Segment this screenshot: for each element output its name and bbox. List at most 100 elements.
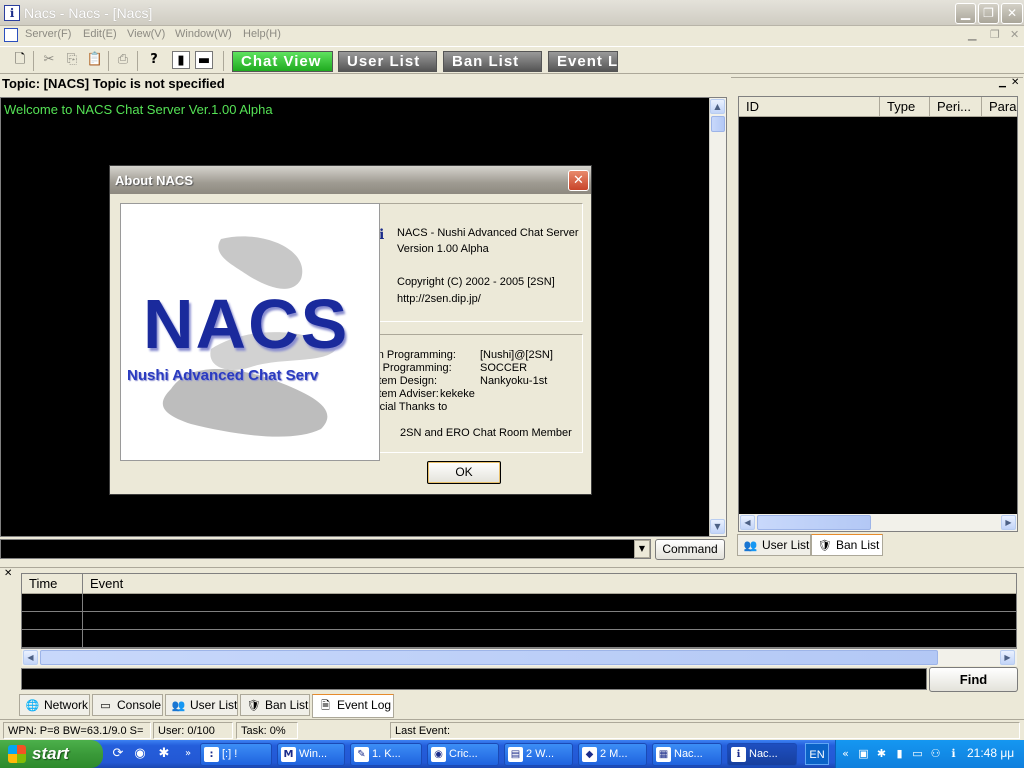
tray-network-icon[interactable]: ▣ <box>856 746 871 761</box>
chevron-down-icon[interactable]: ▼ <box>634 540 650 558</box>
taskbar-item-6[interactable]: ◆ 2 M... <box>578 743 647 766</box>
taskbar-item-5[interactable]: ▤ 2 W... <box>504 743 573 766</box>
right-panel-hscrollbar[interactable]: ◀ ▶ <box>739 514 1017 531</box>
new-icon[interactable]: 🗋 <box>11 51 29 69</box>
command-button[interactable]: Command <box>655 539 725 560</box>
panel-close-icon[interactable]: ✕ <box>4 568 12 579</box>
menu-window[interactable]: Window(W) <box>175 28 232 40</box>
ban-list-button[interactable]: Ban List <box>443 51 542 72</box>
column-period[interactable]: Peri... <box>930 97 982 117</box>
status-last-event: Last Event: <box>390 722 1020 739</box>
nacs-app-icon[interactable]: ℹ <box>4 5 20 21</box>
paste-icon[interactable]: 📋 <box>86 51 104 69</box>
tab-network[interactable]: 🌐 Network <box>19 694 90 716</box>
scroll-down-icon[interactable]: ▼ <box>710 519 725 534</box>
find-button[interactable]: Find <box>929 667 1018 692</box>
menu-help[interactable]: Help(H) <box>243 28 281 40</box>
tab-ban-list[interactable]: 🛡 Ban List <box>811 534 883 556</box>
scroll-thumb[interactable] <box>757 515 871 530</box>
column-event[interactable]: Event <box>83 574 383 594</box>
table-row[interactable] <box>22 630 1016 648</box>
menu-view[interactable]: View(V) <box>127 28 165 40</box>
column-time[interactable]: Time <box>22 574 83 594</box>
app-icon: M <box>281 747 296 762</box>
welcome-message: Welcome to NACS Chat Server Ver.1.00 Alp… <box>4 102 273 117</box>
find-input[interactable] <box>21 668 927 690</box>
console-icon: ▭ <box>100 699 111 712</box>
taskbar-item-7[interactable]: ▦ Nac... <box>652 743 722 766</box>
clock[interactable]: 21:48 μμ <box>967 746 1014 760</box>
taskbar-item-1[interactable]: : [:] ! <box>200 743 272 766</box>
scroll-right-icon[interactable]: ▶ <box>1000 650 1015 665</box>
tab-user-list[interactable]: 👥 User List <box>737 534 811 556</box>
quicklaunch-firefox-icon[interactable]: ◉ <box>131 745 149 763</box>
table-row[interactable] <box>22 612 1016 630</box>
event-log-table[interactable]: Time Event <box>21 573 1017 650</box>
taskbar-item-8[interactable]: ℹ Nac... <box>727 743 797 766</box>
status-task: Task: 0% <box>236 722 298 739</box>
menu-server[interactable]: Server(F) <box>25 28 71 40</box>
event-log-hscrollbar[interactable]: ◀ ▶ <box>22 649 1017 666</box>
help-icon[interactable]: ? <box>145 51 163 69</box>
tab-user-list[interactable]: 👥 User List <box>165 694 238 716</box>
mdi-minimize-icon[interactable]: ▁ <box>968 28 976 41</box>
command-input[interactable] <box>0 539 651 559</box>
scroll-left-icon[interactable]: ◀ <box>23 650 38 665</box>
minimize-button[interactable]: ▁ <box>955 3 976 24</box>
tray-nacs-icon[interactable]: ℹ <box>946 746 961 761</box>
column-param[interactable]: Para <box>982 97 1017 117</box>
panel-close-icon[interactable]: ✕ <box>1011 77 1019 88</box>
chat-view-button[interactable]: Chat View <box>232 51 333 72</box>
language-indicator[interactable]: EN <box>805 743 829 765</box>
quicklaunch-ie-icon[interactable]: ⟳ <box>109 745 127 763</box>
tray-monitor-icon[interactable]: ▭ <box>910 746 925 761</box>
tray-mx-icon[interactable]: ✱ <box>874 746 889 761</box>
view-b-icon[interactable]: ▬ <box>195 51 213 69</box>
chat-scrollbar[interactable]: ▲ ▼ <box>709 98 726 536</box>
menu-edit[interactable]: Edit(E) <box>83 28 117 40</box>
mdi-close-icon[interactable]: ✕ <box>1010 28 1019 41</box>
bottom-tabs: 🌐 Network ▭ Console 👥 User List 🛡 Ban Li… <box>19 694 419 718</box>
tray-app-icon[interactable]: ▮ <box>892 746 907 761</box>
mdi-child-icon[interactable] <box>4 28 18 42</box>
quicklaunch-more-icon[interactable]: » <box>179 745 197 763</box>
credits-box: Main Programming: [Nushi]@[2SN] Sub Prog… <box>352 334 583 453</box>
scroll-up-icon[interactable]: ▲ <box>710 99 725 114</box>
toolbar-separator <box>33 51 34 71</box>
tab-event-log[interactable]: 🗎 Event Log <box>312 694 394 718</box>
scroll-thumb[interactable] <box>711 116 725 132</box>
ok-button[interactable]: OK <box>427 461 501 484</box>
dialog-title-bar[interactable]: About NACS <box>110 166 591 194</box>
taskbar-item-3[interactable]: ✎ 1. K... <box>350 743 422 766</box>
column-divider <box>82 574 83 650</box>
event-log-button[interactable]: Event L <box>548 51 618 72</box>
restore-button[interactable]: ❐ <box>978 3 999 24</box>
ban-list-table[interactable]: ID Type Peri... Para <box>738 96 1018 532</box>
tray-connection-icon[interactable]: ⚇ <box>928 746 943 761</box>
print-icon[interactable]: ⎙ <box>114 51 132 69</box>
tab-ban-list[interactable]: 🛡 Ban List <box>240 694 310 716</box>
credit-name: SOCCER <box>480 362 528 374</box>
cut-icon[interactable]: ✂ <box>40 51 58 69</box>
quicklaunch-mx-icon[interactable]: ✱ <box>155 745 173 763</box>
tab-console[interactable]: ▭ Console <box>92 694 163 716</box>
scroll-right-icon[interactable]: ▶ <box>1001 515 1016 530</box>
column-id[interactable]: ID <box>739 97 880 117</box>
tray-expand-icon[interactable]: « <box>838 746 853 761</box>
panel-minimize-icon[interactable]: ▁ <box>999 78 1006 88</box>
close-button[interactable]: ✕ <box>1001 3 1023 24</box>
document-icon: 🗎 <box>321 699 330 712</box>
taskbar-item-4[interactable]: ◉ Cric... <box>427 743 499 766</box>
scroll-left-icon[interactable]: ◀ <box>740 515 755 530</box>
user-list-button[interactable]: User List <box>338 51 437 72</box>
column-type[interactable]: Type <box>880 97 930 117</box>
table-row[interactable] <box>22 594 1016 612</box>
website-link[interactable]: http://2sen.dip.jp/ <box>397 293 481 305</box>
mdi-restore-icon[interactable]: ❐ <box>990 28 1000 41</box>
taskbar-item-2[interactable]: M Win... <box>277 743 345 766</box>
start-button[interactable]: start <box>0 740 103 768</box>
scroll-thumb[interactable] <box>40 650 938 665</box>
dialog-close-button[interactable]: ✕ <box>568 170 589 191</box>
view-a-icon[interactable]: ▮ <box>172 51 190 69</box>
copy-icon[interactable]: ⎘ <box>63 51 81 69</box>
